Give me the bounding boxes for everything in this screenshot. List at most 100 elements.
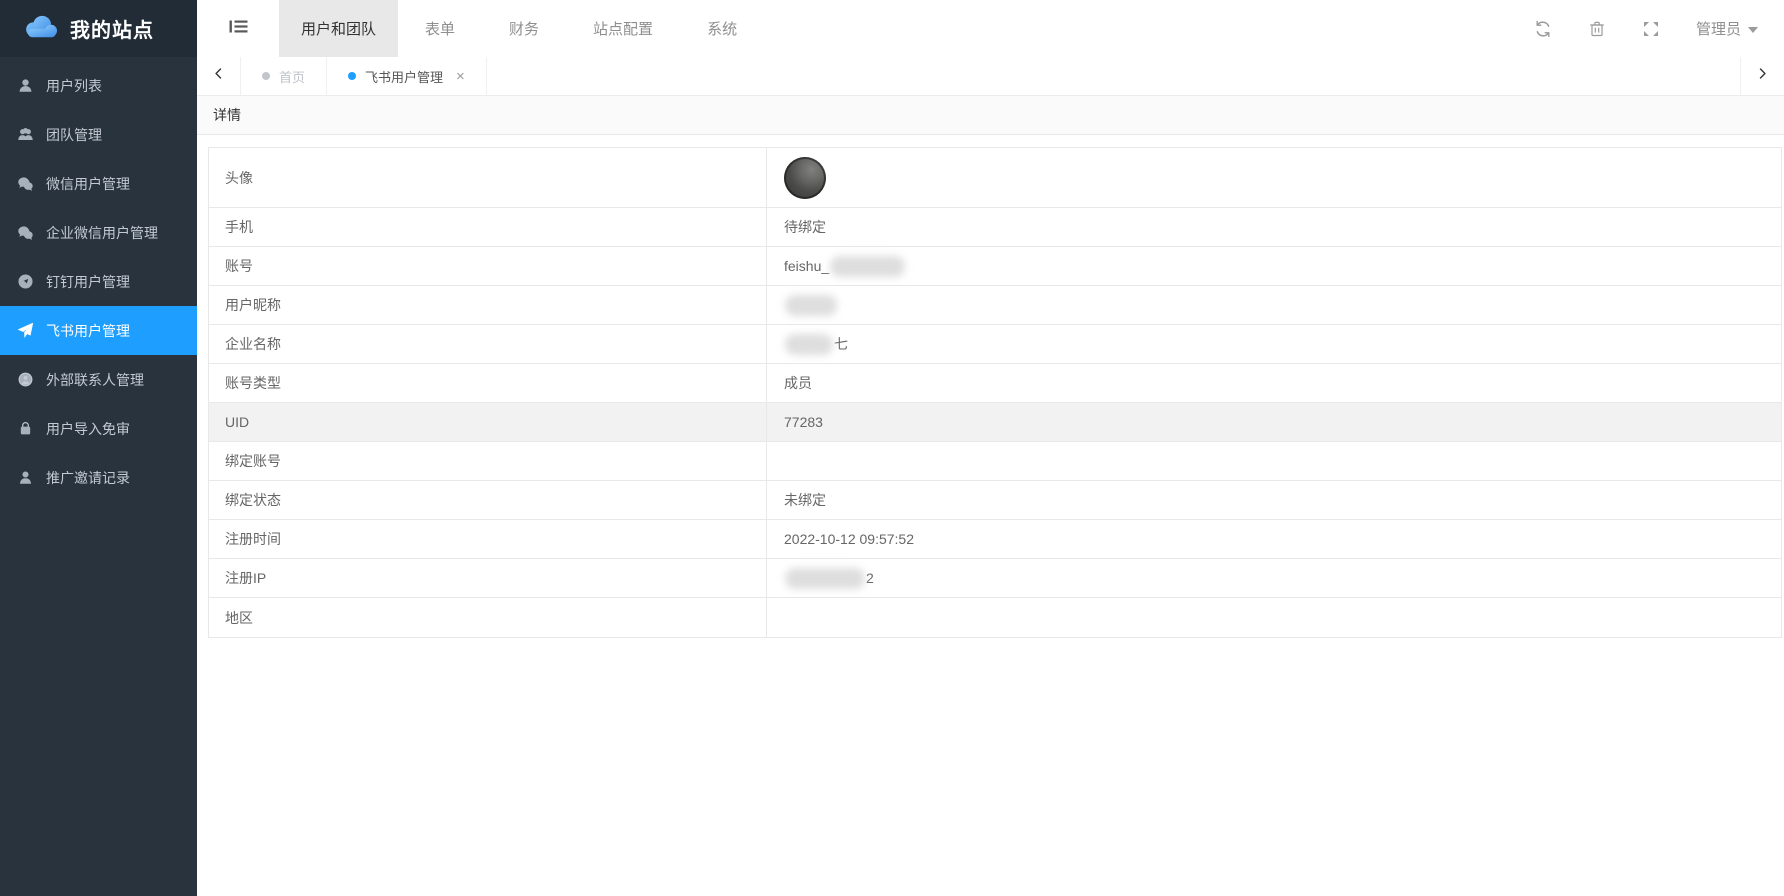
top-nav-tab-finance[interactable]: 财务 <box>482 0 566 57</box>
avatar <box>784 156 826 199</box>
cloud-icon <box>22 13 60 45</box>
tab-status-dot <box>348 72 357 80</box>
wework-icon <box>18 225 33 240</box>
top-nav-tab-users-teams[interactable]: 用户和团队 <box>279 0 399 57</box>
clear-button[interactable] <box>1588 20 1606 38</box>
top-nav-tab-forms[interactable]: 表单 <box>398 0 482 57</box>
page-tab-feishu-users[interactable]: 飞书用户管理 × <box>327 57 487 95</box>
cell-value: 2022-10-12 09:57:52 <box>784 531 914 547</box>
sidebar-item-user-import[interactable]: 用户导入免审 <box>0 404 197 453</box>
row-value: feishu_ <box>767 247 1781 285</box>
page-tab-home[interactable]: 首页 <box>241 57 328 95</box>
top-nav-tab-label: 系统 <box>707 21 738 38</box>
sidebar-item-team-management[interactable]: 团队管理 <box>0 110 197 159</box>
table-row: 地区 <box>209 598 1781 637</box>
topbar-actions: 管理员 <box>1534 0 1784 57</box>
admin-dropdown[interactable]: 管理员 <box>1696 18 1758 39</box>
person-outline-icon <box>18 470 33 485</box>
table-row: UID 77283 <box>209 403 1781 442</box>
redacted-value <box>785 333 833 355</box>
table-row: 头像 <box>209 148 1781 208</box>
row-value: 2022-10-12 09:57:52 <box>767 520 1781 558</box>
page-tab-strip: 首页 飞书用户管理 × <box>197 57 1784 96</box>
row-label: 账号类型 <box>209 364 767 402</box>
row-label: 绑定账号 <box>209 442 767 480</box>
top-nav-tabs: 用户和团队 表单 财务 站点配置 系统 <box>279 0 764 57</box>
row-value <box>767 442 1781 480</box>
main-area: 用户和团队 表单 财务 站点配置 系统 管理员 首页 飞书用户管理 × 详情 头像 手机 待绑定… <box>197 0 1784 896</box>
row-label: 地区 <box>209 598 767 637</box>
cell-value-suffix: 2 <box>866 570 874 586</box>
sidebar-item-feishu-users[interactable]: 飞书用户管理 <box>0 306 197 355</box>
tabs-scroll-left-button[interactable] <box>197 57 241 95</box>
row-label: 手机 <box>209 208 767 246</box>
sidebar-item-label: 用户列表 <box>46 77 102 94</box>
row-label: 注册时间 <box>209 520 767 558</box>
redacted-value <box>830 255 906 277</box>
sidebar-item-dingtalk-users[interactable]: 钉钉用户管理 <box>0 257 197 306</box>
table-row: 注册时间 2022-10-12 09:57:52 <box>209 520 1781 559</box>
table-row: 绑定状态 未绑定 <box>209 481 1781 520</box>
lock-icon <box>18 421 33 436</box>
close-icon[interactable]: × <box>456 69 465 84</box>
dingtalk-icon <box>18 274 33 289</box>
menu-collapse-icon <box>229 18 248 40</box>
sidebar-collapse-button[interactable] <box>197 0 279 57</box>
top-nav-tab-label: 表单 <box>425 21 456 38</box>
sidebar: 我的站点 用户列表团队管理微信用户管理 企业微信用户管理钉钉用户管理飞书用户管理外… <box>0 0 197 896</box>
feishu-icon <box>18 323 33 338</box>
page-tab-label: 飞书用户管理 <box>365 69 444 85</box>
redacted-value <box>785 567 865 589</box>
page-tab-label: 首页 <box>279 69 306 85</box>
row-value: 七 <box>767 325 1781 363</box>
table-row: 账号类型 成员 <box>209 364 1781 403</box>
sidebar-menu: 用户列表团队管理微信用户管理 企业微信用户管理钉钉用户管理飞书用户管理 外部联系人管… <box>0 57 197 502</box>
fullscreen-button[interactable] <box>1642 20 1660 38</box>
content-area: 头像 手机 待绑定 账号 feishu_ 用户昵称 企业名称 七账号类型 成员 UID 77283 绑… <box>197 135 1784 896</box>
open-page-tabs: 首页 飞书用户管理 × <box>241 57 487 95</box>
cell-value: 待绑定 <box>784 219 826 235</box>
tab-status-dot <box>262 72 270 80</box>
sidebar-item-external-contacts[interactable]: 外部联系人管理 <box>0 355 197 404</box>
detail-table: 头像 手机 待绑定 账号 feishu_ 用户昵称 企业名称 七账号类型 成员 UID 77283 绑… <box>208 147 1782 638</box>
tab-strip-spacer <box>487 57 1740 95</box>
top-navbar: 用户和团队 表单 财务 站点配置 系统 管理员 <box>197 0 1784 57</box>
chevron-down-icon <box>1748 26 1758 33</box>
sidebar-item-label: 用户导入免审 <box>46 420 130 437</box>
external-contact-icon <box>18 372 33 387</box>
row-label: UID <box>209 403 767 441</box>
chevron-left-icon <box>212 67 225 85</box>
sidebar-item-user-list[interactable]: 用户列表 <box>0 61 197 110</box>
site-title: 我的站点 <box>70 20 154 42</box>
top-nav-tab-label: 用户和团队 <box>301 21 377 38</box>
cell-value: 成员 <box>784 375 812 391</box>
sidebar-item-wechat-users[interactable]: 微信用户管理 <box>0 159 197 208</box>
row-label: 用户昵称 <box>209 286 767 324</box>
top-nav-tab-system[interactable]: 系统 <box>680 0 764 57</box>
top-nav-tab-site-config[interactable]: 站点配置 <box>566 0 680 57</box>
cell-value-suffix: 七 <box>834 336 848 352</box>
sidebar-item-invite-records[interactable]: 推广邀请记录 <box>0 453 197 502</box>
sidebar-item-label: 团队管理 <box>46 126 102 143</box>
row-label: 注册IP <box>209 559 767 597</box>
cell-value: feishu_ <box>784 258 830 274</box>
top-nav-tab-label: 财务 <box>509 21 540 38</box>
row-value: 待绑定 <box>767 208 1781 246</box>
users-icon <box>18 127 33 142</box>
row-value: 77283 <box>767 403 1781 441</box>
row-label: 头像 <box>209 148 767 207</box>
tabs-scroll-right-button[interactable] <box>1740 57 1784 95</box>
refresh-button[interactable] <box>1534 20 1552 38</box>
row-label: 账号 <box>209 247 767 285</box>
row-value <box>767 148 1781 207</box>
sidebar-item-wework-users[interactable]: 企业微信用户管理 <box>0 208 197 257</box>
sidebar-item-label: 钉钉用户管理 <box>46 273 130 290</box>
wechat-icon <box>18 176 33 191</box>
table-row: 手机 待绑定 <box>209 208 1781 247</box>
row-label: 企业名称 <box>209 325 767 363</box>
table-row: 企业名称 七 <box>209 325 1781 364</box>
cell-value: 未绑定 <box>784 492 826 508</box>
top-nav-tab-label: 站点配置 <box>593 21 654 38</box>
brand: 我的站点 <box>0 0 197 57</box>
panel-header: 详情 <box>197 96 1784 135</box>
